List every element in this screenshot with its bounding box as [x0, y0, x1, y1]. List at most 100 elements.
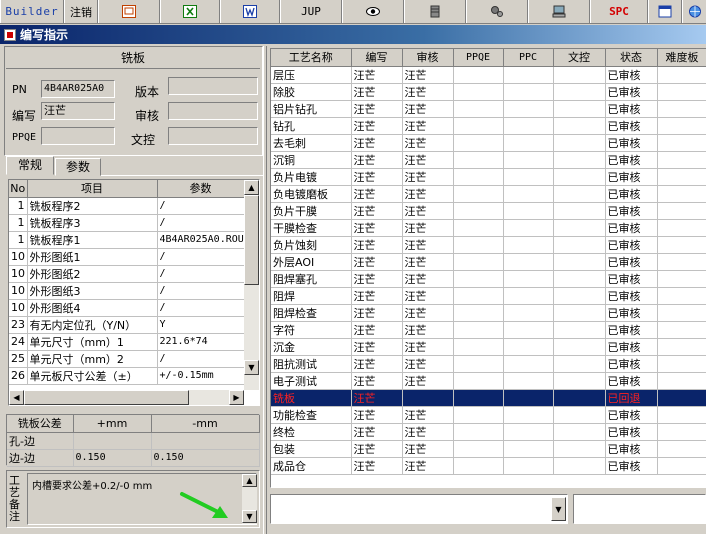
- process-cell-reviewer[interactable]: 汪芒: [402, 117, 454, 135]
- process-cell-status[interactable]: 已审核: [605, 236, 658, 254]
- process-row[interactable]: 成品仓 汪芒 汪芒 已审核: [271, 457, 706, 475]
- tolerance-cell-minus[interactable]: 0.150: [151, 449, 260, 467]
- tolerance-header-minus[interactable]: -mm: [151, 415, 260, 433]
- process-cell-ppc[interactable]: [503, 236, 554, 254]
- scroll-up-button[interactable]: ▲: [244, 180, 259, 195]
- process-cell-name[interactable]: 层压: [271, 66, 352, 84]
- process-row[interactable]: 外层AOI 汪芒 汪芒 已审核: [271, 253, 706, 271]
- process-cell-name[interactable]: 负片干膜: [271, 202, 352, 220]
- process-cell-name[interactable]: 电子测试: [271, 372, 352, 390]
- process-cell-doc-control[interactable]: [553, 185, 606, 203]
- process-row[interactable]: 负片蚀刻 汪芒 汪芒 已审核: [271, 236, 706, 254]
- process-cell-ppqe[interactable]: [453, 185, 504, 203]
- process-cell-difficulty[interactable]: [657, 151, 706, 169]
- params-cell-item[interactable]: 外形图纸2: [27, 265, 158, 283]
- process-cell-difficulty[interactable]: [657, 168, 706, 186]
- review-field[interactable]: [168, 102, 258, 120]
- process-cell-writer[interactable]: 汪芒: [351, 270, 403, 288]
- process-cell-status[interactable]: 已审核: [605, 151, 658, 169]
- params-header-value[interactable]: 参数: [157, 180, 245, 198]
- process-header-writer[interactable]: 编写: [351, 49, 403, 67]
- process-cell-ppqe[interactable]: [453, 117, 504, 135]
- params-cell-item[interactable]: 有无内定位孔（Y/N）: [27, 316, 158, 334]
- process-cell-difficulty[interactable]: [657, 83, 706, 101]
- params-row[interactable]: 10 外形图纸2/: [9, 265, 245, 283]
- params-row[interactable]: 10 外形图纸4/: [9, 299, 245, 317]
- process-cell-ppqe[interactable]: [453, 100, 504, 118]
- params-cell-value[interactable]: +/-0.15mm: [157, 367, 245, 385]
- tolerance-header-name[interactable]: 铣板公差: [7, 415, 74, 433]
- process-cell-doc-control[interactable]: [553, 83, 606, 101]
- process-cell-reviewer[interactable]: 汪芒: [402, 100, 454, 118]
- doc-control-field[interactable]: [168, 127, 258, 145]
- process-cell-name[interactable]: 负片蚀刻: [271, 236, 352, 254]
- params-row[interactable]: 1 铣板程序2/: [9, 197, 245, 215]
- process-cell-reviewer[interactable]: 汪芒: [402, 321, 454, 339]
- process-cell-writer[interactable]: 汪芒: [351, 219, 403, 237]
- process-cell-writer[interactable]: 汪芒: [351, 202, 403, 220]
- process-cell-doc-control[interactable]: [553, 66, 606, 84]
- process-cell-ppqe[interactable]: [453, 338, 504, 356]
- ppqe-field[interactable]: [41, 127, 115, 145]
- version-field[interactable]: [168, 77, 258, 95]
- tolerance-row[interactable]: 孔-边: [7, 432, 260, 450]
- process-cell-ppqe[interactable]: [453, 457, 504, 475]
- process-row[interactable]: 功能检查 汪芒 汪芒 已审核: [271, 406, 706, 424]
- process-cell-doc-control[interactable]: [553, 355, 606, 373]
- process-cell-ppqe[interactable]: [453, 372, 504, 390]
- process-cell-writer[interactable]: 汪芒: [351, 168, 403, 186]
- pn-field[interactable]: 4B4AR025A0: [41, 80, 115, 98]
- database-button[interactable]: [404, 0, 466, 23]
- bottom-input[interactable]: [573, 494, 706, 524]
- process-row[interactable]: 阻焊检查 汪芒 汪芒 已审核: [271, 304, 706, 322]
- process-cell-doc-control[interactable]: [553, 236, 606, 254]
- jup-button[interactable]: JUP: [280, 0, 342, 23]
- process-row[interactable]: 沉金 汪芒 汪芒 已审核: [271, 338, 706, 356]
- process-cell-difficulty[interactable]: [657, 304, 706, 322]
- process-cell-ppqe[interactable]: [453, 151, 504, 169]
- process-cell-status[interactable]: 已审核: [605, 355, 658, 373]
- process-cell-name[interactable]: 阻抗测试: [271, 355, 352, 373]
- process-cell-reviewer[interactable]: 汪芒: [402, 236, 454, 254]
- process-cell-difficulty[interactable]: [657, 100, 706, 118]
- splitter[interactable]: [263, 46, 267, 534]
- process-cell-status[interactable]: 已审核: [605, 219, 658, 237]
- process-header-difficulty[interactable]: 难度板: [657, 49, 706, 67]
- process-row[interactable]: 电子测试 汪芒 汪芒 已审核: [271, 372, 706, 390]
- process-cell-difficulty[interactable]: [657, 66, 706, 84]
- process-cell-reviewer[interactable]: 汪芒: [402, 168, 454, 186]
- process-cell-doc-control[interactable]: [553, 202, 606, 220]
- process-cell-writer[interactable]: 汪芒: [351, 151, 403, 169]
- params-hscroll-thumb[interactable]: [24, 390, 189, 405]
- process-cell-ppc[interactable]: [503, 321, 554, 339]
- process-cell-reviewer[interactable]: 汪芒: [402, 66, 454, 84]
- params-cell-value[interactable]: 221.6*74: [157, 333, 245, 351]
- process-cell-ppqe[interactable]: [453, 355, 504, 373]
- process-cell-ppc[interactable]: [503, 202, 554, 220]
- process-cell-doc-control[interactable]: [553, 372, 606, 390]
- process-cell-name[interactable]: 包装: [271, 440, 352, 458]
- process-cell-name[interactable]: 字符: [271, 321, 352, 339]
- process-header-doc-control[interactable]: 文控: [553, 49, 606, 67]
- process-row[interactable]: 除胶 汪芒 汪芒 已审核: [271, 83, 706, 101]
- process-cell-reviewer[interactable]: 汪芒: [402, 457, 454, 475]
- process-cell-doc-control[interactable]: [553, 117, 606, 135]
- process-cell-ppc[interactable]: [503, 287, 554, 305]
- process-cell-reviewer[interactable]: 汪芒: [402, 185, 454, 203]
- process-cell-name[interactable]: 阻焊塞孔: [271, 270, 352, 288]
- tolerance-cell-minus[interactable]: [151, 432, 260, 450]
- process-cell-name[interactable]: 去毛刺: [271, 134, 352, 152]
- params-cell-no[interactable]: 1: [9, 231, 28, 249]
- process-cell-name[interactable]: 阻焊: [271, 287, 352, 305]
- process-cell-ppc[interactable]: [503, 355, 554, 373]
- process-cell-status[interactable]: 已审核: [605, 83, 658, 101]
- process-cell-difficulty[interactable]: [657, 287, 706, 305]
- process-cell-difficulty[interactable]: [657, 389, 706, 407]
- process-cell-doc-control[interactable]: [553, 338, 606, 356]
- process-cell-status[interactable]: 已审核: [605, 423, 658, 441]
- process-cell-doc-control[interactable]: [553, 321, 606, 339]
- process-cell-name[interactable]: 阻焊检查: [271, 304, 352, 322]
- process-cell-ppc[interactable]: [503, 253, 554, 271]
- process-row[interactable]: 阻抗测试 汪芒 汪芒 已审核: [271, 355, 706, 373]
- params-cell-item[interactable]: 外形图纸1: [27, 248, 158, 266]
